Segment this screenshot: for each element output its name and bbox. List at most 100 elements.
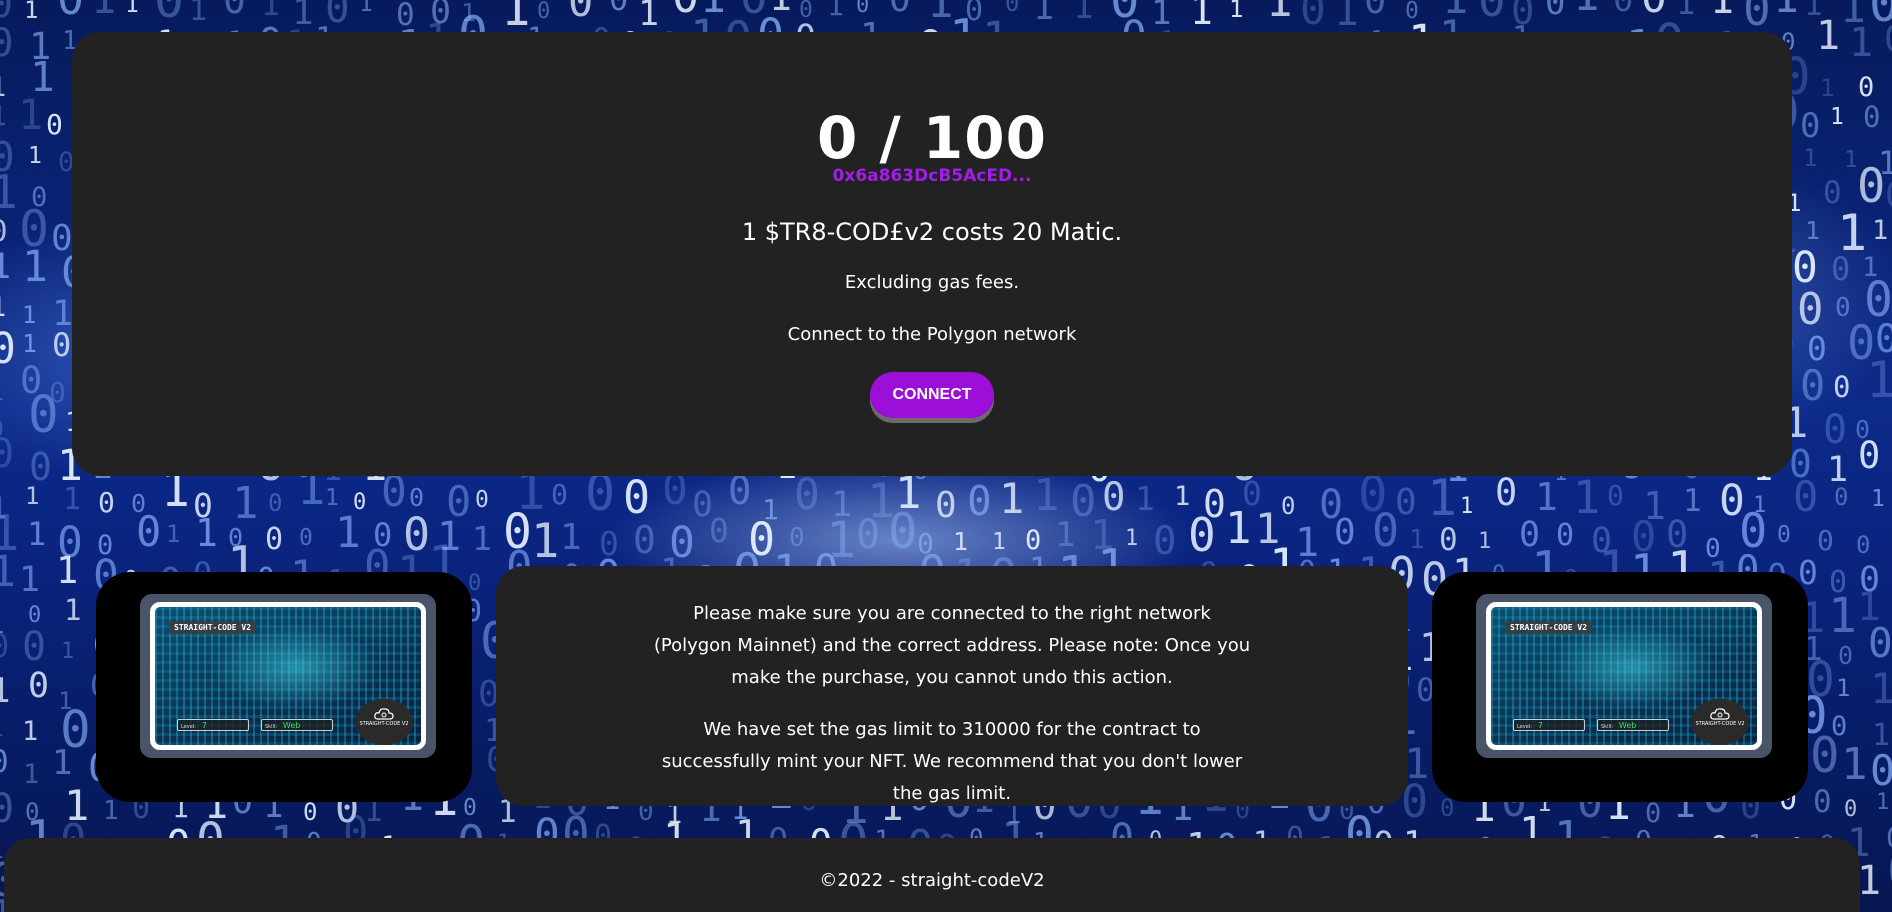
svg-text:1: 1 [64,593,81,627]
nft-card-image: STRAIGHT-CODE V2 Level: 7 Skill: Web STRAI… [1486,602,1762,750]
svg-text:0: 0 [1858,72,1874,103]
svg-text:1: 1 [22,242,48,292]
cloud-icon [374,708,394,720]
svg-text:0: 0 [1607,479,1624,512]
svg-text:1: 1 [1225,503,1252,554]
nft-skill-label: Skill: [265,724,277,730]
svg-text:1: 1 [1836,674,1850,702]
svg-text:0: 0 [1885,176,1892,216]
svg-text:1: 1 [0,99,7,132]
svg-text:1: 1 [1816,13,1840,59]
svg-text:1: 1 [1888,880,1892,912]
svg-text:0: 0 [1300,0,1326,35]
svg-text:1: 1 [0,165,18,219]
svg-text:0: 0 [98,486,115,519]
svg-text:1: 1 [1033,0,1054,28]
svg-text:1: 1 [1033,470,1060,521]
svg-text:1: 1 [1773,0,1799,23]
svg-text:0: 0 [1281,492,1295,520]
svg-text:0: 0 [468,571,481,596]
svg-text:0: 0 [0,324,16,374]
nft-level-label: Level: [1517,724,1532,730]
svg-text:1: 1 [1828,588,1857,644]
svg-text:1: 1 [1805,216,1820,245]
svg-text:0: 0 [1153,519,1176,564]
connect-button[interactable]: CONNECT [870,372,994,418]
svg-text:1: 1 [63,482,81,517]
svg-text:0: 0 [1777,522,1791,548]
svg-text:0: 0 [889,0,911,20]
svg-text:1: 1 [56,549,78,592]
svg-text:0: 0 [46,108,63,141]
svg-text:1: 1 [1125,526,1138,551]
svg-text:1: 1 [1857,858,1881,904]
network-note: Connect to the Polygon network [787,324,1077,345]
svg-text:1: 1 [18,90,43,139]
svg-text:0: 0 [1870,746,1892,795]
svg-text:1: 1 [1870,664,1892,713]
svg-text:0: 0 [1834,483,1848,511]
svg-text:0: 0 [0,21,13,66]
svg-text:1: 1 [999,474,1024,523]
nft-skill-value: Web [1618,721,1637,730]
nft-skill-field: Skill: Web [261,719,333,731]
svg-text:0: 0 [1838,641,1853,670]
svg-text:0: 0 [28,666,49,706]
svg-text:1: 1 [25,482,39,510]
svg-text:1: 1 [23,759,39,790]
svg-text:0: 0 [1863,100,1880,134]
svg-text:1: 1 [1427,469,1457,527]
svg-text:0: 0 [551,478,568,511]
nft-logo-text: STRAIGHT-CODE V2 [1695,721,1745,727]
svg-text:1: 1 [0,292,6,323]
svg-text:0: 0 [1495,471,1517,514]
svg-text:1: 1 [1820,74,1834,102]
svg-text:1: 1 [52,743,72,783]
svg-text:0: 0 [1831,250,1850,288]
svg-text:0: 0 [967,477,992,525]
svg-text:1: 1 [195,511,218,555]
svg-text:0: 0 [475,487,489,513]
nft-card-frame: STRAIGHT-CODE V2 Level: 7 Skill: Web STRAI… [1476,594,1772,758]
svg-text:1: 1 [1573,0,1600,21]
svg-text:1: 1 [22,329,37,358]
svg-text:1: 1 [166,520,180,548]
svg-text:1: 1 [27,515,46,553]
svg-text:1: 1 [1073,0,1093,27]
svg-text:0: 0 [609,0,628,18]
svg-text:1: 1 [1710,0,1734,23]
svg-text:0: 0 [57,0,84,25]
svg-text:1: 1 [189,0,207,28]
price-text: 1 $TR8-COD£v2 costs 20 Matic. [741,218,1123,246]
gas-fee-note: Excluding gas fees. [844,272,1020,293]
svg-text:0: 0 [0,786,14,832]
svg-text:0: 0 [709,511,729,550]
nft-level-field: Level: 7 [177,719,249,731]
contract-address-link[interactable]: 0x6a863DcB5AcED... [72,166,1792,186]
nft-preview-right: STRAIGHT-CODE V2 Level: 7 Skill: Web STRAI… [1432,572,1808,802]
mint-panel: 0 / 100 0x6a863DcB5AcED... 1 $TR8-COD£v2… [72,32,1792,476]
svg-text:0: 0 [1364,0,1386,22]
info-panel: Please make sure you are connected to th… [496,566,1408,806]
svg-text:0: 0 [1545,0,1565,23]
nft-skill-label: Skill: [1601,724,1613,730]
svg-text:0: 0 [0,627,9,665]
svg-text:0: 0 [0,214,7,248]
svg-text:1: 1 [1266,0,1293,27]
mint-count: 0 / 100 [817,104,1047,172]
svg-text:1: 1 [472,519,492,558]
svg-text:0: 0 [1478,0,1506,27]
svg-text:1: 1 [1841,739,1868,790]
nft-logo-text: STRAIGHT-CODE V2 [359,721,409,727]
svg-text:0: 0 [888,503,918,560]
nft-level-label: Level: [181,724,196,730]
svg-text:0: 0 [299,525,313,551]
svg-text:1: 1 [1803,144,1817,172]
svg-text:1: 1 [1573,471,1600,524]
cloud-logo-badge: STRAIGHT-CODE V2 [355,699,413,745]
svg-text:1: 1 [1535,475,1558,519]
svg-text:1: 1 [1871,486,1885,512]
svg-text:1: 1 [1229,0,1243,23]
svg-text:1: 1 [1478,529,1491,554]
copyright-text: ©2022 - straight-codeV2 [819,870,1045,891]
